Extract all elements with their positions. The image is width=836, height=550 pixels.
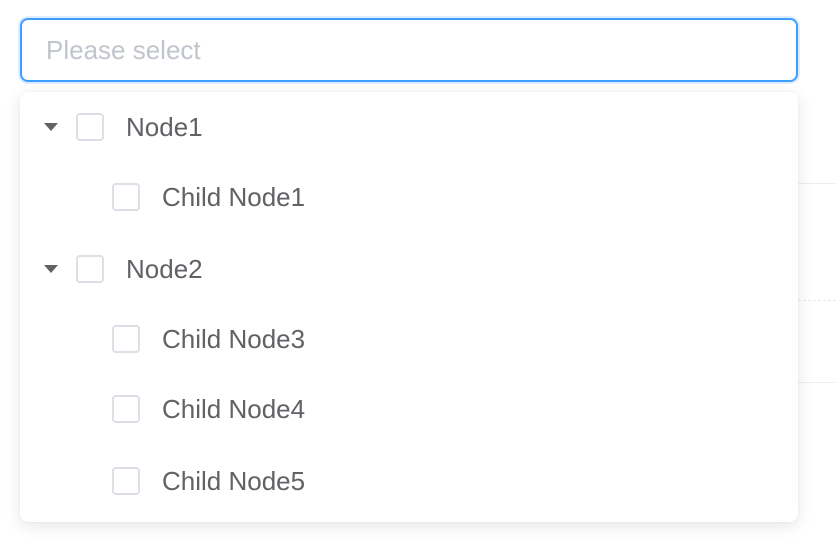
tree-node-child-node5[interactable]: Child Node5 [20,451,798,511]
node-checkbox[interactable] [112,183,140,211]
tree-node-label: Node2 [126,253,203,284]
node-checkbox[interactable] [76,113,104,141]
caret-down-icon[interactable] [44,265,58,273]
tree-node-label: Child Node1 [162,181,306,212]
tree-node-child-node3[interactable]: Child Node3 [20,309,798,369]
caret-down-icon[interactable] [44,123,58,131]
tree-select-dropdown: Node1 Child Node1 Node2 Child Node3 Chil… [20,92,798,522]
tree-select-input[interactable] [20,18,798,82]
tree-node-child-node4[interactable]: Child Node4 [20,379,798,439]
node-checkbox[interactable] [112,395,140,423]
background-divider [798,300,836,301]
node-checkbox[interactable] [112,467,140,495]
tree-node-label: Child Node5 [162,465,306,496]
background-divider [798,183,836,184]
tree-node-label: Child Node3 [162,323,306,354]
page: Node1 Child Node1 Node2 Child Node3 Chil… [0,0,836,550]
tree-node-label: Node1 [126,111,203,142]
background-divider [798,382,836,383]
tree-node-node2[interactable]: Node2 [20,239,798,299]
node-checkbox[interactable] [76,255,104,283]
tree-node-child-node1[interactable]: Child Node1 [20,167,798,227]
node-checkbox[interactable] [112,325,140,353]
tree-node-label: Child Node4 [162,393,306,424]
tree-node-node1[interactable]: Node1 [20,97,798,157]
